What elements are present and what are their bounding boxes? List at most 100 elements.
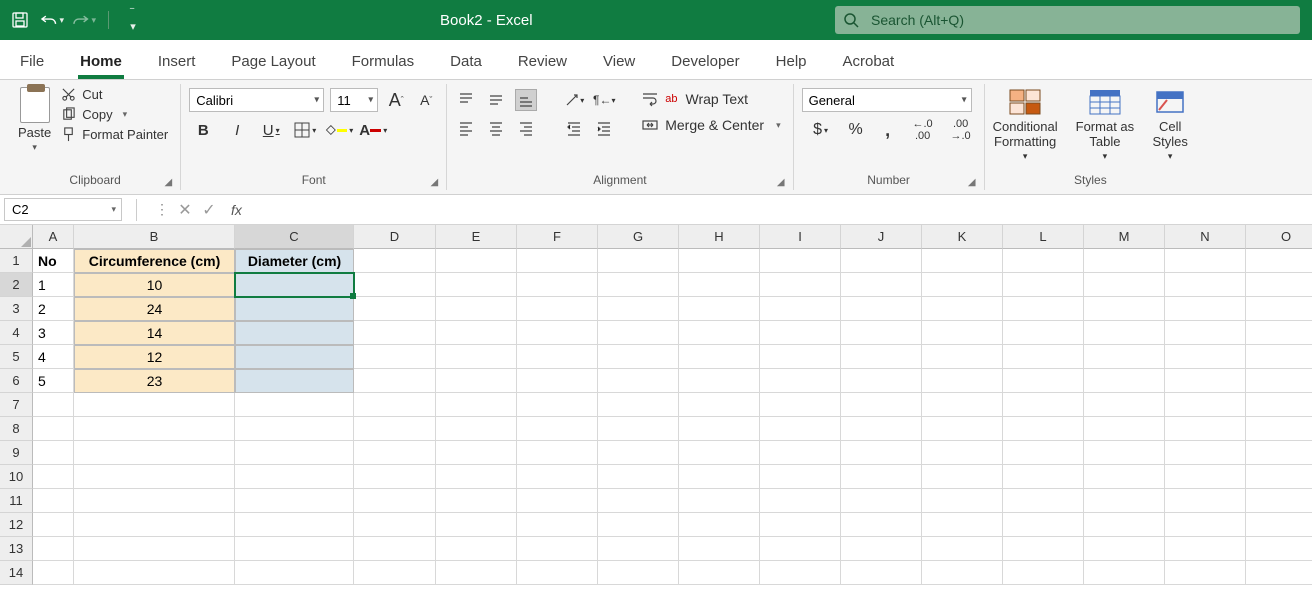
cell[interactable] [354, 513, 436, 537]
cell[interactable] [1003, 321, 1084, 345]
cell[interactable] [1084, 321, 1165, 345]
cell[interactable] [1165, 417, 1246, 441]
cell[interactable] [436, 393, 517, 417]
cell[interactable]: Diameter (cm) [235, 249, 354, 273]
cell[interactable] [598, 465, 679, 489]
col-header[interactable]: A [33, 225, 74, 249]
col-header[interactable]: L [1003, 225, 1084, 249]
redo-button[interactable]: ▾ [72, 8, 96, 32]
cell[interactable] [760, 537, 841, 561]
cell[interactable] [1084, 369, 1165, 393]
cell[interactable] [354, 297, 436, 321]
cell[interactable] [517, 513, 598, 537]
tab-insert[interactable]: Insert [156, 45, 198, 79]
cell[interactable] [922, 369, 1003, 393]
cell[interactable] [598, 321, 679, 345]
cell[interactable] [598, 537, 679, 561]
cell[interactable] [679, 561, 760, 585]
cell[interactable] [760, 561, 841, 585]
cell[interactable] [74, 465, 235, 489]
cell[interactable] [1003, 393, 1084, 417]
cell[interactable] [354, 369, 436, 393]
cell[interactable] [235, 393, 354, 417]
dialog-launcher-icon[interactable]: ◢ [431, 177, 439, 188]
cell[interactable] [841, 537, 922, 561]
undo-button[interactable]: ▾ [40, 8, 64, 32]
cell[interactable] [760, 417, 841, 441]
cell[interactable] [922, 297, 1003, 321]
comma-button[interactable]: , [876, 118, 900, 142]
cell[interactable] [354, 465, 436, 489]
col-header[interactable]: N [1165, 225, 1246, 249]
cell[interactable] [354, 489, 436, 513]
cell-styles-button[interactable]: Cell Styles▾ [1152, 87, 1188, 162]
increase-font-button[interactable]: Aˆ [384, 88, 408, 112]
cell[interactable] [1246, 345, 1312, 369]
tab-acrobat[interactable]: Acrobat [841, 45, 897, 79]
cell[interactable] [517, 465, 598, 489]
cell[interactable] [760, 513, 841, 537]
col-header[interactable]: I [760, 225, 841, 249]
enter-formula-button[interactable]: ✓ [197, 200, 221, 220]
col-header[interactable]: G [598, 225, 679, 249]
customize-qat[interactable]: ‾▾ [121, 8, 145, 32]
cell[interactable] [1165, 297, 1246, 321]
cell[interactable] [1165, 273, 1246, 297]
cell[interactable] [1003, 537, 1084, 561]
fx-label[interactable]: fx [231, 202, 242, 218]
cell[interactable] [517, 345, 598, 369]
cell[interactable] [1246, 249, 1312, 273]
cell[interactable] [436, 561, 517, 585]
cell[interactable] [1003, 561, 1084, 585]
col-header[interactable]: K [922, 225, 1003, 249]
cell[interactable] [354, 417, 436, 441]
col-header[interactable]: C [235, 225, 354, 249]
cell[interactable] [760, 345, 841, 369]
cell[interactable] [436, 465, 517, 489]
cell[interactable] [841, 393, 922, 417]
row-header[interactable]: 10 [0, 465, 33, 489]
cell[interactable] [33, 489, 74, 513]
row-header[interactable]: 7 [0, 393, 33, 417]
cell[interactable] [1165, 489, 1246, 513]
col-header[interactable]: M [1084, 225, 1165, 249]
cell[interactable] [841, 561, 922, 585]
tab-page-layout[interactable]: Page Layout [229, 45, 317, 79]
decrease-indent-button[interactable] [563, 117, 585, 139]
cell[interactable] [1246, 489, 1312, 513]
copy-button[interactable]: Copy▾ [57, 106, 172, 123]
font-color-button[interactable]: A▾ [359, 118, 387, 142]
cell[interactable] [436, 417, 517, 441]
font-name-combo[interactable]: Calibri▾ [189, 88, 324, 112]
cell[interactable] [74, 537, 235, 561]
cell[interactable] [922, 561, 1003, 585]
cell[interactable] [1084, 465, 1165, 489]
cell[interactable] [517, 537, 598, 561]
dialog-launcher-icon[interactable]: ◢ [968, 177, 976, 188]
percent-button[interactable]: % [844, 118, 868, 142]
cell[interactable] [760, 249, 841, 273]
dialog-launcher-icon[interactable]: ◢ [165, 177, 173, 188]
cell[interactable] [1165, 465, 1246, 489]
cell[interactable] [1084, 441, 1165, 465]
align-center-button[interactable] [485, 117, 507, 139]
merge-center-button[interactable]: Merge & Center▾ [637, 114, 784, 136]
row-header[interactable]: 5 [0, 345, 33, 369]
cell[interactable] [74, 441, 235, 465]
cell[interactable] [1084, 537, 1165, 561]
cell[interactable] [679, 369, 760, 393]
cell[interactable] [760, 393, 841, 417]
col-header[interactable]: B [74, 225, 235, 249]
cell[interactable]: 4 [33, 345, 74, 369]
cell[interactable] [679, 465, 760, 489]
cell[interactable] [354, 273, 436, 297]
cell[interactable] [922, 513, 1003, 537]
cell[interactable] [354, 561, 436, 585]
cell[interactable] [436, 537, 517, 561]
cell[interactable] [760, 297, 841, 321]
cell[interactable] [235, 561, 354, 585]
cell[interactable] [33, 537, 74, 561]
cell[interactable] [760, 465, 841, 489]
cell[interactable] [922, 345, 1003, 369]
cell[interactable]: 12 [74, 345, 235, 369]
